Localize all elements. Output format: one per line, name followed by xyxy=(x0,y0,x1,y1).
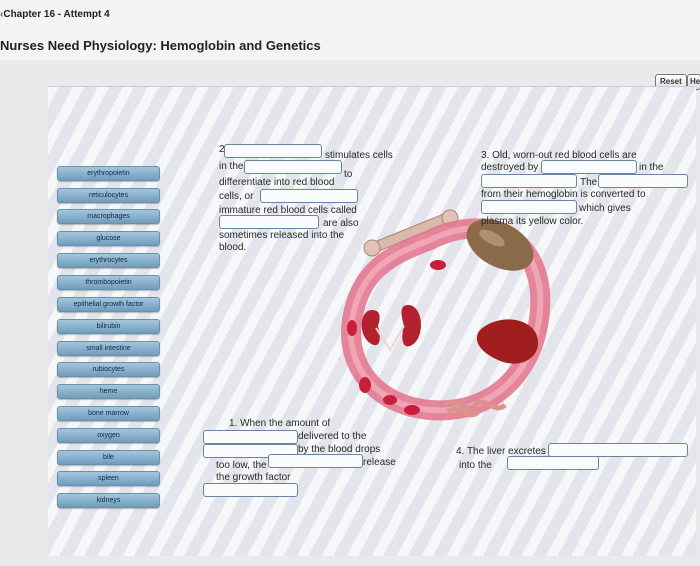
answer-blank-2c[interactable] xyxy=(260,189,358,203)
answer-blank-2d[interactable] xyxy=(219,215,319,229)
answer-blank-1a[interactable] xyxy=(203,430,298,444)
label-tile[interactable]: erythrocytes xyxy=(57,253,160,268)
label-tile[interactable]: spleen xyxy=(57,471,160,486)
label-tile[interactable]: erythropoietin xyxy=(57,166,160,181)
step1-text: too low, the xyxy=(216,460,267,471)
label-tile[interactable]: oxygen xyxy=(57,428,160,443)
answer-blank-3c[interactable] xyxy=(598,174,688,188)
step1-text: delivered to the xyxy=(298,431,367,442)
step3-text: which gives xyxy=(579,203,631,214)
step2-text: in the xyxy=(219,161,244,172)
label-tile[interactable]: bone marrow xyxy=(57,406,160,421)
answer-blank-1d[interactable] xyxy=(203,483,298,497)
step2-text: blood. xyxy=(219,242,247,253)
answer-blank-4a[interactable] xyxy=(548,443,688,457)
step3-text: from their hemoglobin is converted to xyxy=(481,189,646,200)
label-tile[interactable]: glucose xyxy=(57,231,160,246)
step2-text: sometimes released into the xyxy=(219,230,345,241)
label-tile[interactable]: bilirubin xyxy=(57,319,160,334)
chapter-label: Chapter 16 - Attempt 4 xyxy=(3,9,110,20)
step3-text: destroyed by xyxy=(481,162,539,173)
step2-text: are also xyxy=(323,218,359,229)
answer-blank-2a[interactable] xyxy=(224,144,322,158)
answer-blank-3b[interactable] xyxy=(481,174,577,188)
label-tile[interactable]: reticulocytes xyxy=(57,188,160,203)
label-tile[interactable]: thrombopoietin xyxy=(57,275,160,290)
label-tile[interactable]: small intestine xyxy=(57,341,160,356)
answer-blank-3d[interactable] xyxy=(481,200,577,214)
step2-text: differentiate into red blood xyxy=(219,177,335,188)
answer-blank-2b[interactable] xyxy=(244,160,342,174)
label-tile[interactable]: bile xyxy=(57,450,160,465)
page-title: Nurses Need Physiology: Hemoglobin and G… xyxy=(0,38,321,53)
step3-text: plasma its yellow color. xyxy=(481,216,584,227)
circulation-illustration xyxy=(341,209,551,421)
liver-icon xyxy=(476,319,539,364)
step1-text: release xyxy=(363,457,396,468)
step1-text: 1. When the amount of xyxy=(229,418,331,429)
step2-text: to xyxy=(344,169,353,180)
label-tile[interactable]: heme xyxy=(57,384,160,399)
answer-blank-3a[interactable] xyxy=(541,160,637,174)
label-tile[interactable]: kidneys xyxy=(57,493,160,508)
chapter-breadcrumb[interactable]: ‹Chapter 16 - Attempt 4 xyxy=(0,9,110,20)
answer-blank-1c[interactable] xyxy=(268,454,363,468)
step3-text: The xyxy=(580,177,598,188)
kidney-icon xyxy=(361,310,380,346)
label-tile[interactable]: epithelial growth factor xyxy=(57,297,160,312)
label-tile[interactable]: rubiocytes xyxy=(57,362,160,377)
step1-text: the growth factor xyxy=(216,472,291,483)
step2-text: cells, or xyxy=(219,191,254,202)
kidney-icon xyxy=(401,305,422,347)
step3-text: in the xyxy=(639,162,664,173)
step4-text: into the xyxy=(459,460,492,471)
answer-blank-4b[interactable] xyxy=(507,456,599,470)
label-tile[interactable]: macrophages xyxy=(57,209,160,224)
